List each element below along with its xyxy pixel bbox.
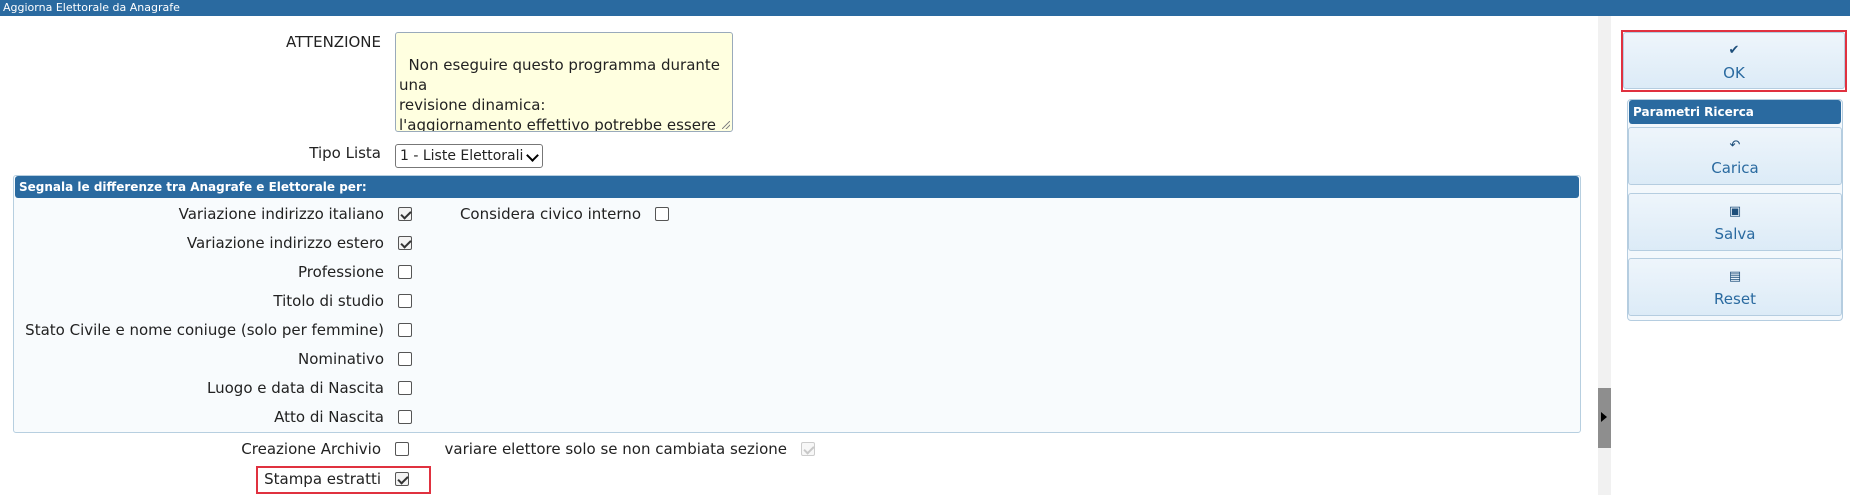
salva-label: Salva <box>1714 225 1756 243</box>
luogo-nascita-label: Luogo e data di Nascita <box>207 379 384 397</box>
carica-label: Carica <box>1711 159 1759 177</box>
ok-highlight <box>1621 30 1847 92</box>
variazione-estero-label: Variazione indirizzo estero <box>186 234 384 252</box>
variare-elettore-label: variare elettore solo se non cambiata se… <box>444 440 787 458</box>
stato-civile-checkbox[interactable] <box>398 323 412 337</box>
attenzione-textarea[interactable]: Non eseguire questo programma durante un… <box>395 32 733 132</box>
nominativo-checkbox[interactable] <box>398 352 412 366</box>
considera-civico-checkbox[interactable] <box>655 207 669 221</box>
carica-button[interactable]: ↶ Carica <box>1628 127 1842 185</box>
chevron-down-icon <box>526 149 539 162</box>
undo-icon: ↶ <box>1729 138 1741 153</box>
variazione-italiano-checkbox[interactable] <box>398 207 412 221</box>
atto-nascita-checkbox[interactable] <box>398 410 412 424</box>
reset-label: Reset <box>1714 290 1756 308</box>
file-icon: ▤ <box>1728 269 1742 284</box>
tipo-lista-label: Tipo Lista <box>309 144 381 162</box>
professione-checkbox[interactable] <box>398 265 412 279</box>
resize-grip-icon[interactable] <box>722 121 730 129</box>
stato-civile-label: Stato Civile e nome coniuge (solo per fe… <box>25 321 384 339</box>
variazione-italiano-label: Variazione indirizzo italiano <box>178 205 384 223</box>
salva-button[interactable]: ▣ Salva <box>1628 193 1842 251</box>
nominativo-label: Nominativo <box>298 350 384 368</box>
stampa-estratti-checkbox[interactable] <box>395 472 409 486</box>
variare-elettore-checkbox <box>801 442 815 456</box>
considera-civico-label: Considera civico interno <box>459 205 641 223</box>
titolo-studio-label: Titolo di studio <box>273 292 384 310</box>
window-title: Aggiorna Elettorale da Anagrafe <box>0 0 1850 16</box>
tipo-lista-value: 1 - Liste Elettorali <box>400 148 524 164</box>
save-icon: ▣ <box>1728 204 1742 219</box>
professione-label: Professione <box>297 263 384 281</box>
group-title: Segnala le differenze tra Anagrafe e Ele… <box>15 176 1579 198</box>
attenzione-text: Non eseguire questo programma durante un… <box>399 56 721 132</box>
variazione-estero-checkbox[interactable] <box>398 236 412 250</box>
atto-nascita-label: Atto di Nascita <box>274 408 384 426</box>
tipo-lista-select[interactable]: 1 - Liste Elettorali <box>395 144 543 168</box>
reset-button[interactable]: ▤ Reset <box>1628 258 1842 316</box>
titolo-studio-checkbox[interactable] <box>398 294 412 308</box>
creazione-archivio-label: Creazione Archivio <box>241 440 381 458</box>
creazione-archivio-checkbox[interactable] <box>395 442 409 456</box>
stampa-estratti-label: Stampa estratti <box>264 470 381 488</box>
luogo-nascita-checkbox[interactable] <box>398 381 412 395</box>
attenzione-label: ATTENZIONE <box>285 33 381 51</box>
panel-title: Parametri Ricerca <box>1629 100 1841 124</box>
collapse-arrow-icon[interactable] <box>1601 412 1607 422</box>
